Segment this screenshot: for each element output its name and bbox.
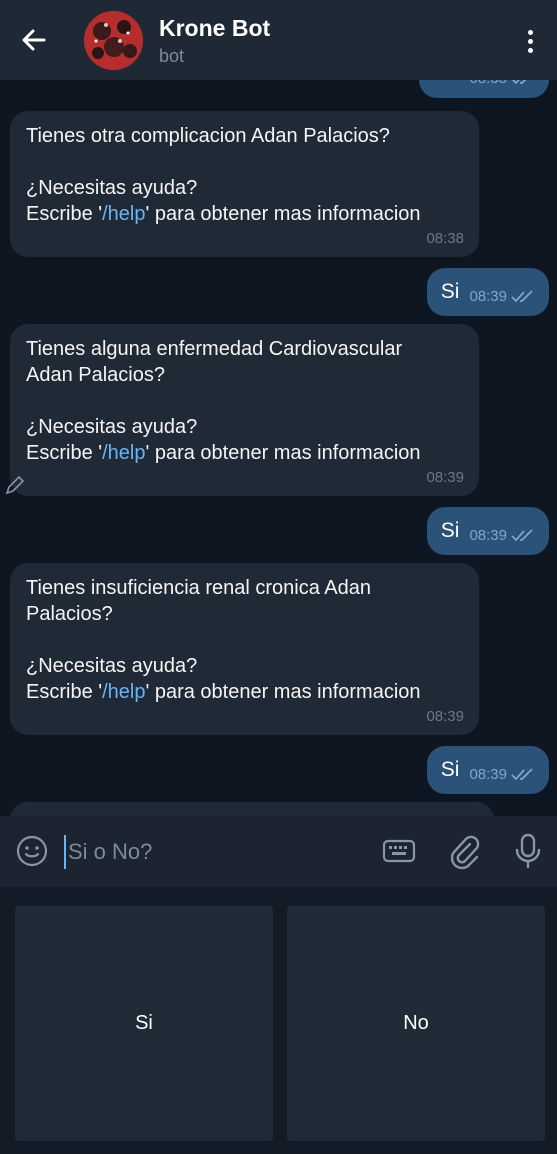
message-text: ¿Necesitas ayuda? — [26, 177, 198, 199]
message-time: 08:38 — [469, 80, 507, 92]
pencil-icon — [5, 475, 25, 495]
message-text: Tienes alguna enfermedad Cardiovascular — [26, 338, 403, 360]
message-text: Tienes otra complicacion Adan Palacios? — [26, 125, 390, 147]
avatar[interactable] — [84, 11, 143, 70]
incoming-message[interactable]: Tienes insuficiencia renal cronica Adan … — [10, 563, 479, 735]
message-time: 08:39 — [426, 469, 464, 486]
attach-button[interactable] — [448, 832, 480, 875]
chat-subtitle: bot — [159, 46, 185, 66]
arrow-left-icon — [22, 29, 46, 51]
double-check-icon — [511, 529, 533, 542]
message-text: Adan Palacios? — [26, 364, 165, 386]
outgoing-message[interactable]: No 08:38 — [418, 80, 549, 98]
message-time: 08:39 — [469, 766, 507, 783]
paperclip-icon — [450, 835, 480, 870]
more-menu-button[interactable] — [515, 24, 545, 58]
outgoing-message[interactable]: Si 08:39 — [426, 746, 549, 794]
incoming-message[interactable]: Tienes otra complicacion Adan Palacios? … — [10, 111, 479, 257]
message-time: 08:39 — [426, 708, 464, 725]
more-vertical-icon — [527, 29, 533, 35]
help-line: Escribe '/help' para obtener mas informa… — [26, 442, 421, 464]
help-command-link[interactable]: /help — [102, 442, 145, 464]
message-text: ¿Necesitas ayuda? — [26, 655, 198, 677]
outgoing-message[interactable]: Si 08:39 — [426, 268, 549, 316]
incoming-message[interactable]: Tienes alguna enfermedad Cardiovascular … — [10, 324, 479, 496]
message-text: Palacios? — [26, 603, 113, 625]
outgoing-message[interactable]: Si 08:39 — [426, 507, 549, 555]
message-time: 08:38 — [426, 230, 464, 247]
chat-title: Krone Bot — [159, 15, 271, 41]
keyboard-icon — [382, 839, 416, 863]
message-text: Si — [440, 758, 460, 781]
bot-avatar-image — [84, 11, 143, 70]
message-text: Tienes insuficiencia renal cronica Adan — [26, 577, 372, 599]
message-text: ¿Necesitas ayuda? — [26, 416, 198, 438]
incoming-message[interactable] — [10, 802, 494, 816]
help-line: Escribe '/help' para obtener mas informa… — [26, 203, 421, 225]
message-time: 08:39 — [469, 527, 507, 544]
back-button[interactable] — [16, 22, 52, 58]
message-input[interactable]: Si o No? — [64, 835, 152, 869]
double-check-icon — [511, 768, 533, 781]
reply-button-no[interactable]: No — [287, 906, 545, 1141]
message-list[interactable]: No 08:38 Tienes otra complicacion Adan P… — [0, 80, 557, 816]
message-text: Si — [440, 519, 460, 542]
chat-title-block[interactable]: Krone Bot bot — [159, 14, 270, 68]
emoji-button[interactable] — [16, 835, 48, 872]
microphone-icon — [515, 833, 541, 869]
message-time: 08:39 — [469, 288, 507, 305]
message-text: No — [433, 80, 460, 87]
reply-button-si[interactable]: Si — [15, 906, 273, 1141]
help-command-link[interactable]: /help — [102, 203, 145, 225]
message-text: Si — [440, 280, 460, 303]
smile-icon — [16, 835, 48, 867]
voice-record-button[interactable] — [512, 832, 544, 875]
double-check-icon — [511, 290, 533, 303]
bot-keyboard-button[interactable] — [382, 832, 416, 875]
chat-header: Krone Bot bot — [0, 0, 557, 80]
help-command-link[interactable]: /help — [102, 681, 145, 703]
help-line: Escribe '/help' para obtener mas informa… — [26, 681, 421, 703]
double-check-icon — [511, 80, 527, 85]
